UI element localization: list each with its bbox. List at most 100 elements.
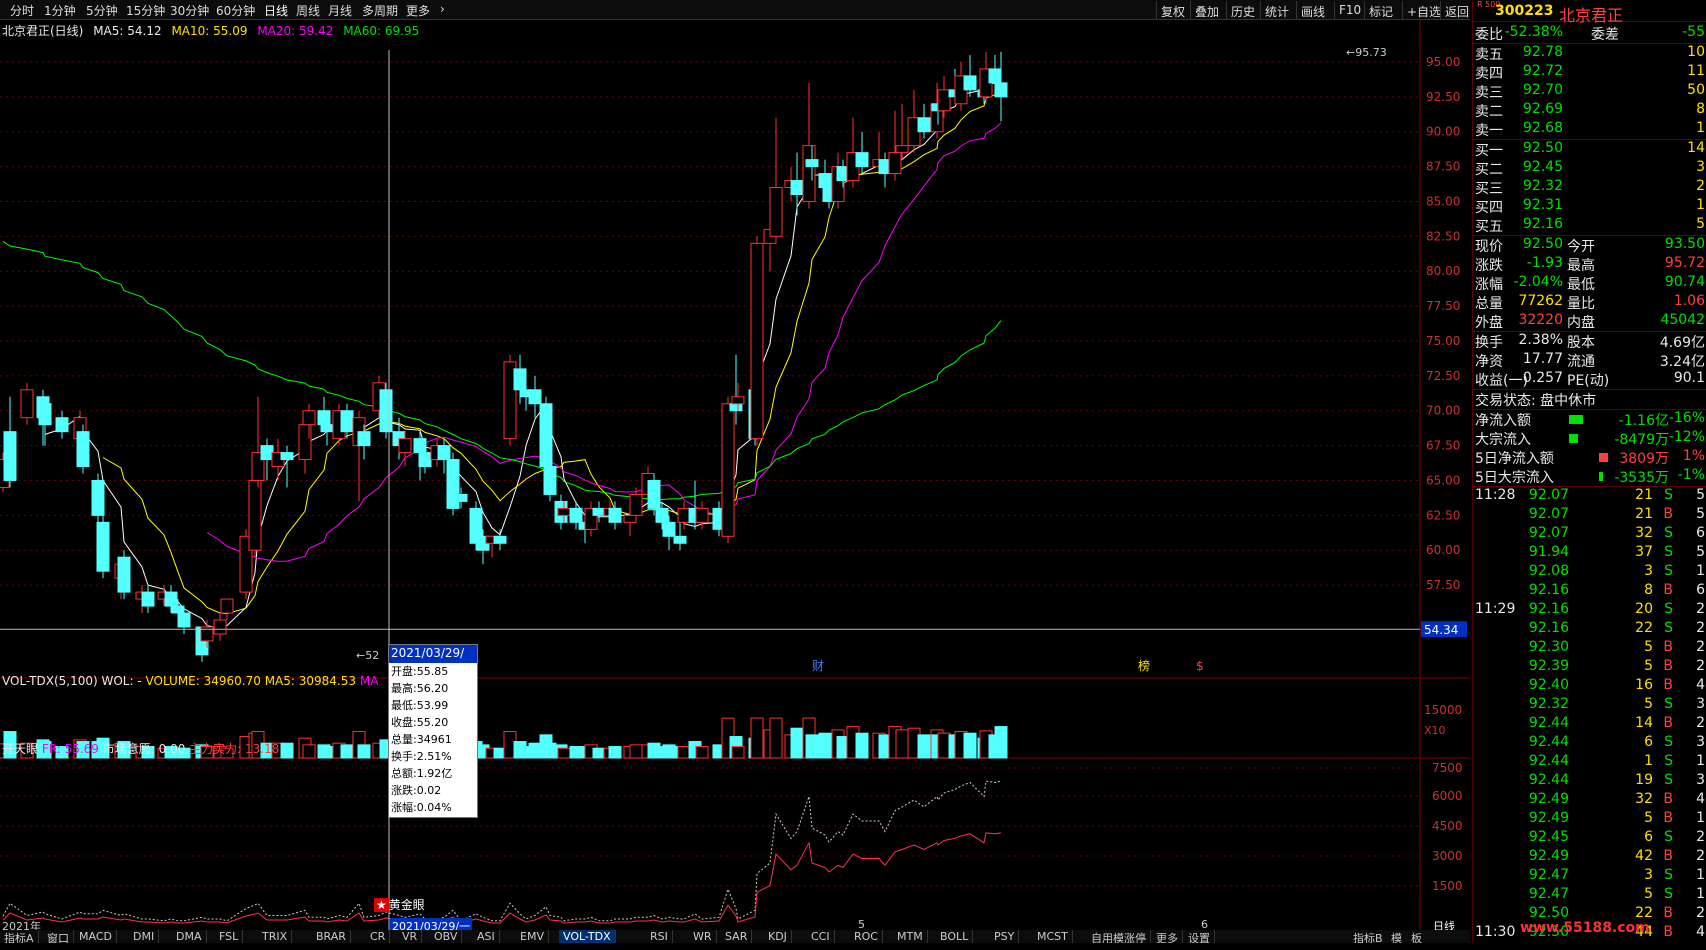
indicator-tab-21[interactable]: BOLL — [936, 930, 974, 943]
indicator-tab-26[interactable]: 设置 — [1184, 930, 1215, 943]
period-tab-9[interactable]: 多周期 — [362, 2, 398, 19]
watermark: www.55188.com — [1520, 920, 1650, 936]
toolbar-btn-0[interactable]: 复权 — [1156, 1, 1189, 19]
tick-vol: 5 — [1644, 886, 1653, 902]
indicator-tab-1[interactable]: 窗口 — [43, 930, 74, 943]
toolbar-btn-4[interactable]: 画线 — [1296, 1, 1329, 19]
indicator-tab-15[interactable]: WR — [689, 930, 717, 943]
indicator-tab-5[interactable]: FSL — [215, 930, 244, 943]
period-tab-0[interactable]: 分时 — [10, 2, 34, 19]
period-tab-6[interactable]: 日线 — [264, 2, 288, 19]
candle-body — [647, 479, 661, 509]
toolbar-btn-1[interactable]: 叠加 — [1190, 1, 1223, 19]
indicator-tab-19[interactable]: ROC — [850, 930, 883, 943]
candle-body — [662, 521, 676, 537]
sell-label: 卖一 — [1475, 123, 1503, 139]
right-tab-2[interactable]: 板 — [1408, 930, 1425, 943]
indicator-tab-25[interactable]: 更多 — [1152, 930, 1183, 943]
indicator-tab-13[interactable]: VOL-TDX — [559, 930, 616, 943]
indicator-tab-11[interactable]: ASI — [473, 930, 500, 943]
toolbar-btn-8[interactable]: 返回 — [1440, 1, 1473, 19]
tick-price: 92.16 — [1528, 601, 1569, 617]
indicator-tab-23[interactable]: MCST — [1033, 930, 1073, 943]
period-tab-3[interactable]: 15分钟 — [126, 2, 165, 19]
sell-label: 卖五 — [1475, 47, 1503, 63]
indicator-tab-0[interactable]: 指标A — [0, 930, 39, 943]
fund-label-2: 流通 — [1567, 354, 1595, 370]
vol-ma100: MA — [359, 674, 379, 688]
event-mark-0[interactable]: 财 — [812, 659, 824, 673]
indicator-tab-17[interactable]: KDJ — [764, 930, 792, 943]
toolbar-btn-6[interactable]: 标记 — [1364, 1, 1397, 19]
candle — [352, 410, 366, 502]
tick-count: 3 — [1696, 772, 1705, 788]
candle-body — [141, 591, 155, 607]
period-tab-2[interactable]: 5分钟 — [86, 2, 118, 19]
quote-row-1: 涨跌 -1.93 最高 95.72 — [1473, 255, 1706, 274]
indicator-tab-24[interactable]: 自用模涨停 — [1087, 930, 1151, 943]
tick-price: 92.32 — [1528, 696, 1569, 712]
kline-chart[interactable]: 95.00 92.50 90.00 87.50 85.00 82.50 80.00 77.50… — [0, 20, 1470, 950]
indicator-tab-18[interactable]: CCI — [807, 930, 835, 943]
tick-row-20: 92.47 3 S 1 — [1473, 867, 1706, 886]
period-tab-7[interactable]: 周线 — [296, 2, 320, 19]
indicator-tab-16[interactable]: SAR — [721, 930, 753, 943]
indicator-tab-8[interactable]: CR — [366, 930, 391, 943]
period-tab-4[interactable]: 30分钟 — [170, 2, 209, 19]
weibi-value: -52.38% — [1504, 24, 1563, 40]
tick-vol: 20 — [1635, 601, 1653, 617]
event-mark-1[interactable]: 榜 — [1138, 658, 1150, 673]
price-tick-1: 92.50 — [1426, 90, 1460, 104]
tooltip-line-3: 收盘:55.20 — [391, 716, 449, 729]
period-tab-8[interactable]: 月线 — [328, 2, 352, 19]
tick-row-15: 92.44 19 S 3 — [1473, 772, 1706, 791]
toolbar-btn-7[interactable]: +自选 — [1402, 1, 1445, 19]
indicator-tab-7[interactable]: BRAR — [312, 930, 351, 943]
tick-side: B — [1663, 582, 1673, 598]
indicator-tab-4[interactable]: DMA — [172, 930, 207, 943]
indicator-tab-3[interactable]: DMI — [129, 930, 160, 943]
toolbar-btn-2[interactable]: 历史 — [1226, 1, 1259, 19]
period-tab-1[interactable]: 1分钟 — [44, 2, 76, 19]
candle — [584, 501, 598, 537]
right-tab-0[interactable]: 指标B — [1350, 930, 1386, 943]
candle-body — [38, 403, 52, 426]
right-tab-1[interactable]: 模 — [1388, 930, 1405, 943]
tick-price: 92.49 — [1528, 810, 1569, 826]
indicator-tab-9[interactable]: VR — [398, 930, 423, 943]
tick-price: 92.44 — [1528, 734, 1569, 750]
indicator-tab-20[interactable]: MTM — [893, 930, 928, 943]
period-tab-5[interactable]: 60分钟 — [216, 2, 255, 19]
indicator-tab-14[interactable]: RSI — [646, 930, 673, 943]
fund-value: 2.38% — [1518, 332, 1563, 348]
candle-body — [164, 591, 178, 607]
toolbar-btn-3[interactable]: 统计 — [1260, 1, 1293, 19]
toolbar-btn-5[interactable]: F10 — [1334, 1, 1365, 19]
candle — [493, 529, 507, 551]
fund-label-2: PE(动) — [1567, 373, 1610, 389]
volume-bar — [629, 744, 643, 759]
quote-label-2: 最低 — [1567, 277, 1595, 293]
chart-grid — [0, 20, 1470, 930]
quote-value-2: 90.74 — [1664, 274, 1705, 290]
indicator-tab-22[interactable]: PSY — [990, 930, 1020, 943]
candle — [213, 613, 227, 641]
candle-body — [543, 466, 557, 495]
event-mark-2[interactable]: $ — [1196, 659, 1204, 673]
tick-vol: 32 — [1635, 525, 1653, 541]
volume-bar — [917, 734, 931, 759]
indicator-tab-12[interactable]: EMV — [516, 930, 549, 943]
buy-label: 买五 — [1475, 219, 1503, 235]
sell-label: 卖二 — [1475, 104, 1503, 120]
candle-body — [260, 445, 274, 461]
indicator-tab-6[interactable]: TRIX — [258, 930, 293, 943]
candle-body — [673, 535, 687, 544]
more-chevron-icon[interactable]: › — [440, 2, 445, 16]
candle-body — [750, 242, 764, 440]
indicator-tab-10[interactable]: OBV — [430, 930, 463, 943]
tick-vol: 32 — [1635, 791, 1653, 807]
tick-side: S — [1664, 886, 1673, 902]
indicator-tab-2[interactable]: MACD — [75, 930, 117, 943]
period-tab-10[interactable]: 更多 — [406, 2, 430, 19]
trade-status-text: 交易状态: 盘中休市 — [1475, 393, 1597, 409]
